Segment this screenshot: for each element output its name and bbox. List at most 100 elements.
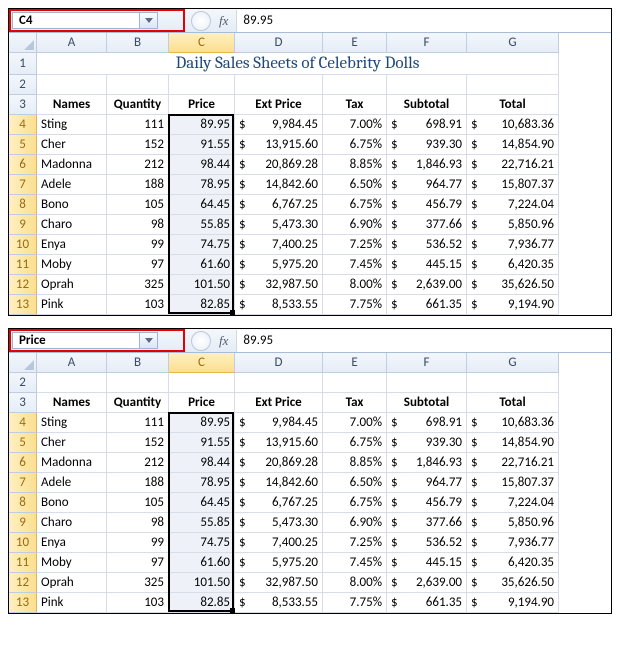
cell[interactable]: Bono xyxy=(37,195,107,215)
cell[interactable]: $5,975.20 xyxy=(235,255,323,275)
cell[interactable]: 64.45 xyxy=(169,493,235,513)
cell[interactable] xyxy=(387,373,467,393)
col-header[interactable]: G xyxy=(467,353,559,373)
cell[interactable]: 74.75 xyxy=(169,533,235,553)
cell[interactable]: Bono xyxy=(37,493,107,513)
cell[interactable]: 188 xyxy=(107,175,169,195)
col-header[interactable]: A xyxy=(37,353,107,373)
cell[interactable]: Oprah xyxy=(37,275,107,295)
column-label[interactable]: Subtotal xyxy=(387,393,467,413)
cell[interactable]: 55.85 xyxy=(169,215,235,235)
cell[interactable]: 6.75% xyxy=(323,135,387,155)
cell[interactable]: 103 xyxy=(107,593,169,613)
cell[interactable] xyxy=(169,75,235,95)
cell[interactable]: 7.00% xyxy=(323,115,387,135)
row-header[interactable]: 11 xyxy=(9,255,37,275)
row-header[interactable]: 4 xyxy=(9,115,37,135)
cell[interactable]: $6,420.35 xyxy=(467,553,559,573)
cell[interactable]: 98.44 xyxy=(169,155,235,175)
cell[interactable]: $22,716.21 xyxy=(467,453,559,473)
row-header[interactable]: 9 xyxy=(9,513,37,533)
name-box-dropdown[interactable] xyxy=(140,12,158,29)
row-header[interactable]: 8 xyxy=(9,493,37,513)
cell[interactable]: $20,869.28 xyxy=(235,155,323,175)
cell[interactable]: $377.66 xyxy=(387,513,467,533)
cell[interactable] xyxy=(467,373,559,393)
cell[interactable]: $536.52 xyxy=(387,235,467,255)
select-all-corner[interactable] xyxy=(9,353,37,373)
column-label[interactable]: Total xyxy=(467,393,559,413)
cell[interactable]: $964.77 xyxy=(387,473,467,493)
cancel-edit-button[interactable] xyxy=(191,331,211,351)
col-header[interactable]: G xyxy=(467,33,559,53)
cell[interactable]: Cher xyxy=(37,433,107,453)
row-header[interactable]: 11 xyxy=(9,553,37,573)
cell[interactable]: $10,683.36 xyxy=(467,413,559,433)
cell[interactable] xyxy=(235,75,323,95)
cell[interactable]: $939.30 xyxy=(387,135,467,155)
row-header[interactable]: 13 xyxy=(9,593,37,613)
cell[interactable]: 97 xyxy=(107,553,169,573)
cell[interactable]: 212 xyxy=(107,155,169,175)
cell[interactable]: $939.30 xyxy=(387,433,467,453)
cell[interactable]: 7.45% xyxy=(323,553,387,573)
cell[interactable]: $15,807.37 xyxy=(467,473,559,493)
cell[interactable]: $6,767.25 xyxy=(235,493,323,513)
cell[interactable]: 111 xyxy=(107,115,169,135)
cell[interactable] xyxy=(169,373,235,393)
cell[interactable]: 8.85% xyxy=(323,453,387,473)
cell[interactable]: Enya xyxy=(37,235,107,255)
col-header[interactable]: D xyxy=(235,33,323,53)
cell[interactable]: 101.50 xyxy=(169,573,235,593)
cell[interactable]: 78.95 xyxy=(169,473,235,493)
cell[interactable]: 7.25% xyxy=(323,533,387,553)
cell[interactable]: $7,224.04 xyxy=(467,493,559,513)
col-header[interactable]: A xyxy=(37,33,107,53)
cell[interactable]: $35,626.50 xyxy=(467,275,559,295)
cell[interactable]: 188 xyxy=(107,473,169,493)
cell[interactable]: 325 xyxy=(107,275,169,295)
cell[interactable]: 6.75% xyxy=(323,493,387,513)
cell[interactable]: 7.45% xyxy=(323,255,387,275)
column-label[interactable]: Price xyxy=(169,393,235,413)
cell[interactable]: Madonna xyxy=(37,155,107,175)
cell[interactable]: $7,400.25 xyxy=(235,235,323,255)
col-header[interactable]: F xyxy=(387,33,467,53)
cell[interactable]: $661.35 xyxy=(387,593,467,613)
cell[interactable]: 61.60 xyxy=(169,553,235,573)
cell[interactable]: $20,869.28 xyxy=(235,453,323,473)
cell[interactable]: $9,984.45 xyxy=(235,115,323,135)
column-label[interactable]: Ext Price xyxy=(235,393,323,413)
cell[interactable] xyxy=(235,373,323,393)
cell[interactable]: 61.60 xyxy=(169,255,235,275)
cell[interactable]: $7,224.04 xyxy=(467,195,559,215)
cell[interactable]: 6.50% xyxy=(323,473,387,493)
cell[interactable]: $14,854.90 xyxy=(467,433,559,453)
cell[interactable]: Pink xyxy=(37,593,107,613)
cell[interactable]: 6.75% xyxy=(323,195,387,215)
cell[interactable]: $32,987.50 xyxy=(235,275,323,295)
cell[interactable]: $5,975.20 xyxy=(235,553,323,573)
cell[interactable]: $445.15 xyxy=(387,553,467,573)
cell[interactable] xyxy=(37,75,107,95)
cell[interactable]: Charo xyxy=(37,215,107,235)
cell[interactable]: $8,533.55 xyxy=(235,593,323,613)
cell[interactable]: 82.85 xyxy=(169,593,235,613)
column-label[interactable]: Total xyxy=(467,95,559,115)
cell[interactable]: $9,194.90 xyxy=(467,593,559,613)
cell[interactable]: $35,626.50 xyxy=(467,573,559,593)
cell[interactable]: $661.35 xyxy=(387,295,467,315)
cell[interactable]: $698.91 xyxy=(387,413,467,433)
cell[interactable]: 78.95 xyxy=(169,175,235,195)
cell[interactable]: $5,850.96 xyxy=(467,215,559,235)
cell[interactable]: $14,842.60 xyxy=(235,175,323,195)
cell[interactable]: 98 xyxy=(107,513,169,533)
cell[interactable] xyxy=(37,373,107,393)
cell[interactable]: 6.75% xyxy=(323,433,387,453)
cell[interactable]: 7.25% xyxy=(323,235,387,255)
cell[interactable]: $9,984.45 xyxy=(235,413,323,433)
cell[interactable]: 91.55 xyxy=(169,135,235,155)
col-header[interactable]: D xyxy=(235,353,323,373)
row-header[interactable]: 1 xyxy=(9,53,37,75)
cell[interactable]: 99 xyxy=(107,235,169,255)
